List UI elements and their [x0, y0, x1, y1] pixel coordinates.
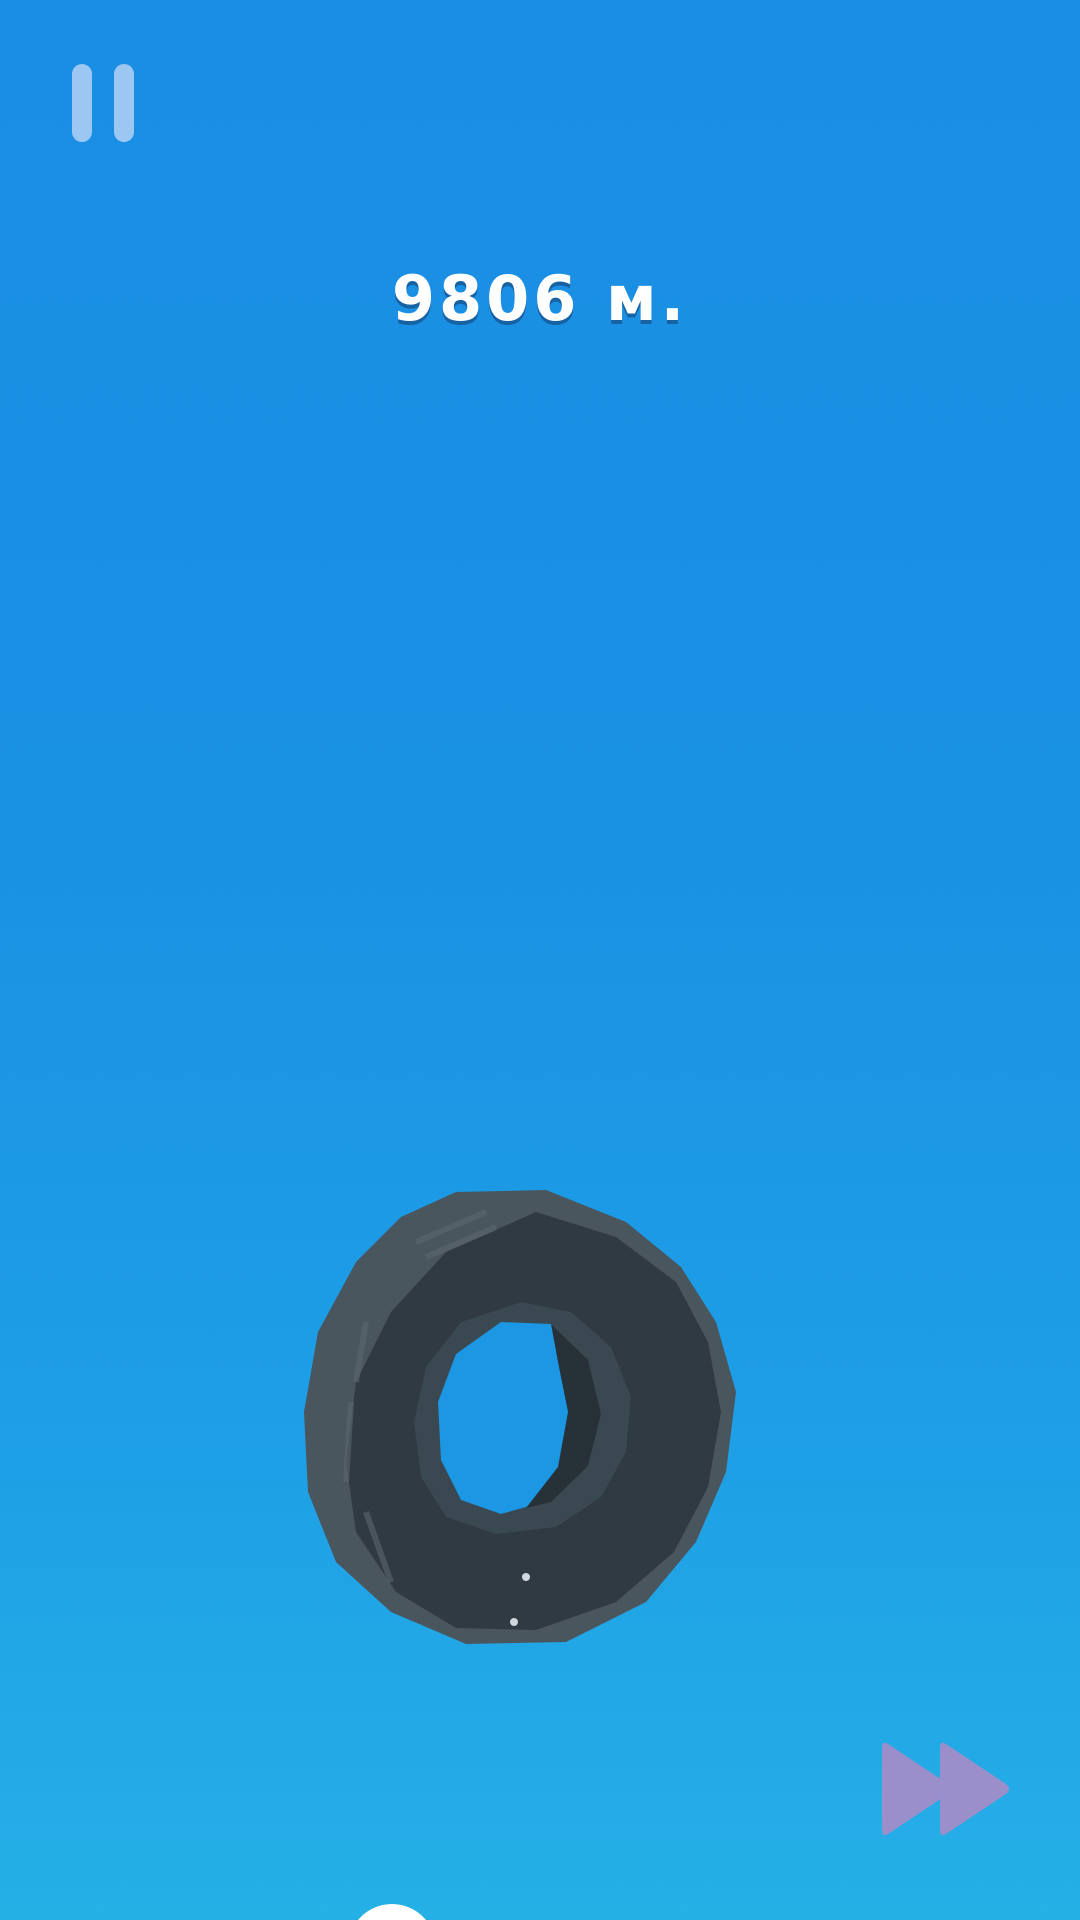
fast-forward-button[interactable]	[880, 1736, 1016, 1842]
bottom-orb	[348, 1904, 436, 1920]
valve-dot	[522, 1573, 530, 1581]
pause-bar-left	[72, 64, 92, 142]
game-scene[interactable]: 9806 м.	[0, 0, 1080, 1920]
pause-bar-right	[114, 64, 134, 142]
valve-dot-2	[510, 1618, 518, 1626]
distance-counter: 9806 м.	[391, 262, 689, 335]
pause-button[interactable]	[66, 60, 142, 150]
fast-forward-icon	[882, 1742, 1009, 1836]
tire-object	[304, 1190, 736, 1644]
